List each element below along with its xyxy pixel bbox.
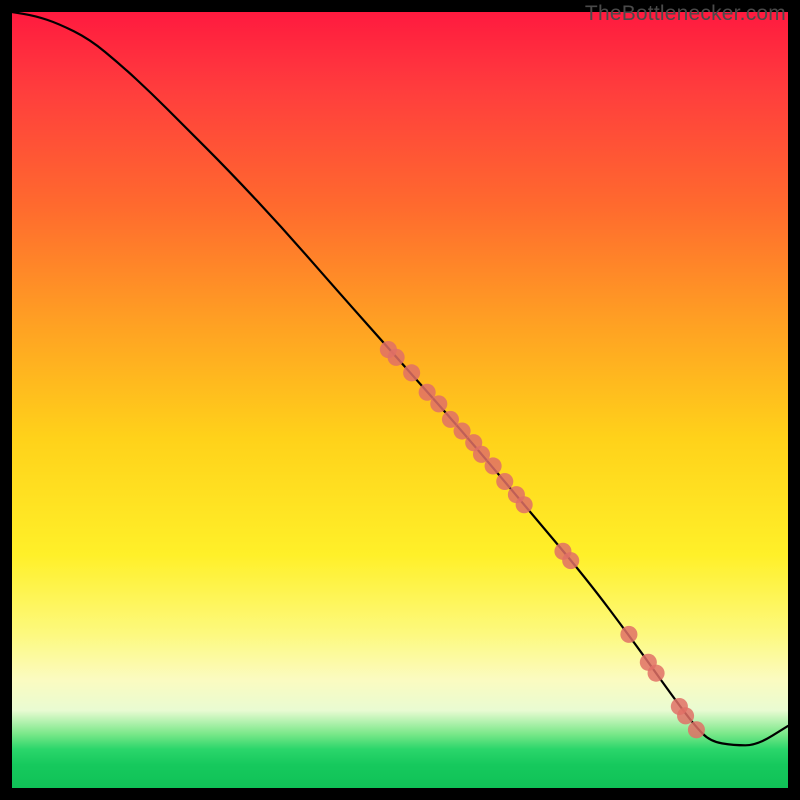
plot-background [12, 12, 788, 788]
watermark-text: TheBottleneсker.com [585, 2, 786, 26]
chart-frame: TheBottleneсker.com [0, 0, 800, 800]
